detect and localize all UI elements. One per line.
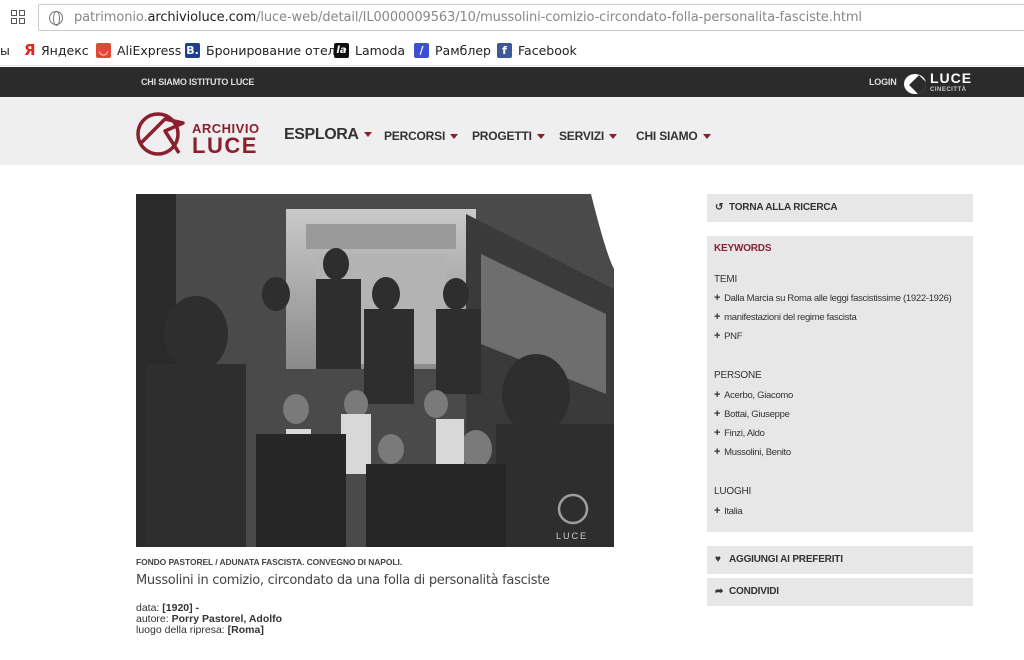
caret-down-icon (609, 134, 618, 140)
luoghi-heading: LUOGHI (714, 486, 752, 497)
meta-luogo: luogo della ripresa: [Roma] (136, 624, 264, 636)
undo-arrow-icon: ↺ (715, 202, 724, 213)
photo-watermark-text: LUCE (556, 531, 588, 541)
address-bar[interactable]: patrimonio.archivioluce.com/luce-web/det… (38, 4, 1024, 31)
aliexpress-icon: ◡ (96, 43, 111, 58)
browser-address-row: patrimonio.archivioluce.com/luce-web/det… (0, 0, 1024, 36)
luce-mark-icon (904, 74, 926, 94)
keywords-heading: KEYWORDS (714, 243, 772, 254)
login-link[interactable]: LOGIN (869, 77, 897, 87)
yandex-icon: Я (24, 41, 36, 59)
heart-icon: ♥ (715, 554, 721, 565)
nav-percorsi[interactable]: PERCORSI (384, 129, 459, 143)
bookmark-booking[interactable]: B. Бронирование отел (185, 43, 336, 58)
plus-icon: + (714, 427, 721, 439)
plus-icon: + (714, 389, 721, 401)
nav-chi-siamo[interactable]: CHI SIAMO (636, 129, 711, 143)
bookmark-lamoda[interactable]: la Lamoda (334, 43, 405, 58)
keyword-persona[interactable]: + Finzi, Aldo (714, 427, 765, 439)
cinecitta-text: CINECITTÀ (930, 87, 967, 93)
booking-icon: B. (185, 43, 200, 58)
top-bar: CHI SIAMO ISTITUTO LUCE LOGIN LUCE CINECI… (0, 67, 1024, 97)
persone-heading: PERSONE (714, 370, 762, 381)
plus-icon: + (714, 446, 721, 458)
top-link-istituto-luce[interactable]: ISTITUTO LUCE (189, 77, 254, 87)
archive-photo[interactable]: LUCE (136, 194, 614, 547)
keyword-persona[interactable]: + Mussolini, Benito (714, 446, 791, 458)
caret-down-icon (363, 132, 372, 138)
url-text[interactable]: patrimonio.archivioluce.com/luce-web/det… (74, 10, 862, 25)
plus-icon: + (714, 311, 721, 323)
lamoda-icon: la (334, 43, 349, 58)
nav-servizi[interactable]: SERVIZI (559, 129, 618, 143)
logo-luce-text: LUCE (192, 133, 258, 158)
luce-cinecitta-logo[interactable]: LUCE CINECITTÀ (904, 71, 972, 96)
back-to-search-button[interactable]: ↺ TORNA ALLA RICERCA (707, 194, 973, 222)
apps-grid-icon[interactable] (11, 10, 25, 24)
bookmark-rambler[interactable]: / Рамблер (414, 43, 491, 58)
keyword-tema[interactable]: + PNF (714, 330, 743, 342)
bookmarks-bar: ы Я Яндекс ◡ AliExpress B. Бронирование оте… (0, 36, 1024, 66)
share-arrow-icon: ➦ (715, 586, 724, 597)
temi-heading: TEMI (714, 274, 738, 285)
bookmark-aliexpress[interactable]: ◡ AliExpress (96, 43, 181, 58)
keywords-panel: KEYWORDS TEMI + Dalla Marcia su Roma alle… (707, 236, 973, 532)
caret-down-icon (450, 134, 459, 140)
top-link-chi-siamo[interactable]: CHI SIAMO (141, 77, 187, 87)
bookmark-item[interactable]: ы (0, 43, 10, 58)
bookmark-yandex[interactable]: Я Яндекс (24, 41, 89, 59)
caret-down-icon (536, 134, 545, 140)
keyword-tema[interactable]: + manifestazioni del regime fascista (714, 311, 857, 323)
share-button[interactable]: ➦ CONDIVIDI (707, 578, 973, 606)
plus-icon: + (714, 408, 721, 420)
rambler-icon: / (414, 43, 429, 58)
nav-progetti[interactable]: PROGETTI (472, 129, 545, 143)
photo-title: Mussolini in comizio, circondato da una … (136, 573, 550, 588)
archivio-luce-mark-icon (136, 112, 185, 156)
facebook-icon: f (497, 43, 512, 58)
caret-down-icon (702, 134, 711, 140)
plus-icon: + (714, 505, 721, 517)
keyword-tema[interactable]: + Dalla Marcia su Roma alle leggi fascist… (714, 292, 952, 304)
keyword-persona[interactable]: + Bottai, Giuseppe (714, 408, 790, 420)
plus-icon: + (714, 330, 721, 342)
archivio-luce-logo[interactable]: ARCHIVIO LUCE (135, 109, 259, 158)
globe-icon (49, 11, 63, 26)
bookmark-facebook[interactable]: f Facebook (497, 43, 577, 58)
keyword-luogo[interactable]: + Italia (714, 505, 743, 517)
nav-esplora[interactable]: ESPLORA (284, 126, 372, 144)
photo-fondo-caption: FONDO PASTOREL / ADUNATA FASCISTA. CONVE… (136, 557, 402, 567)
add-to-favorites-button[interactable]: ♥ AGGIUNGI AI PREFERITI (707, 546, 973, 574)
main-navbar: ARCHIVIO LUCE ESPLORA PERCORSI PROGETTI … (0, 97, 1024, 165)
keyword-persona[interactable]: + Acerbo, Giacomo (714, 389, 793, 401)
plus-icon: + (714, 292, 721, 304)
